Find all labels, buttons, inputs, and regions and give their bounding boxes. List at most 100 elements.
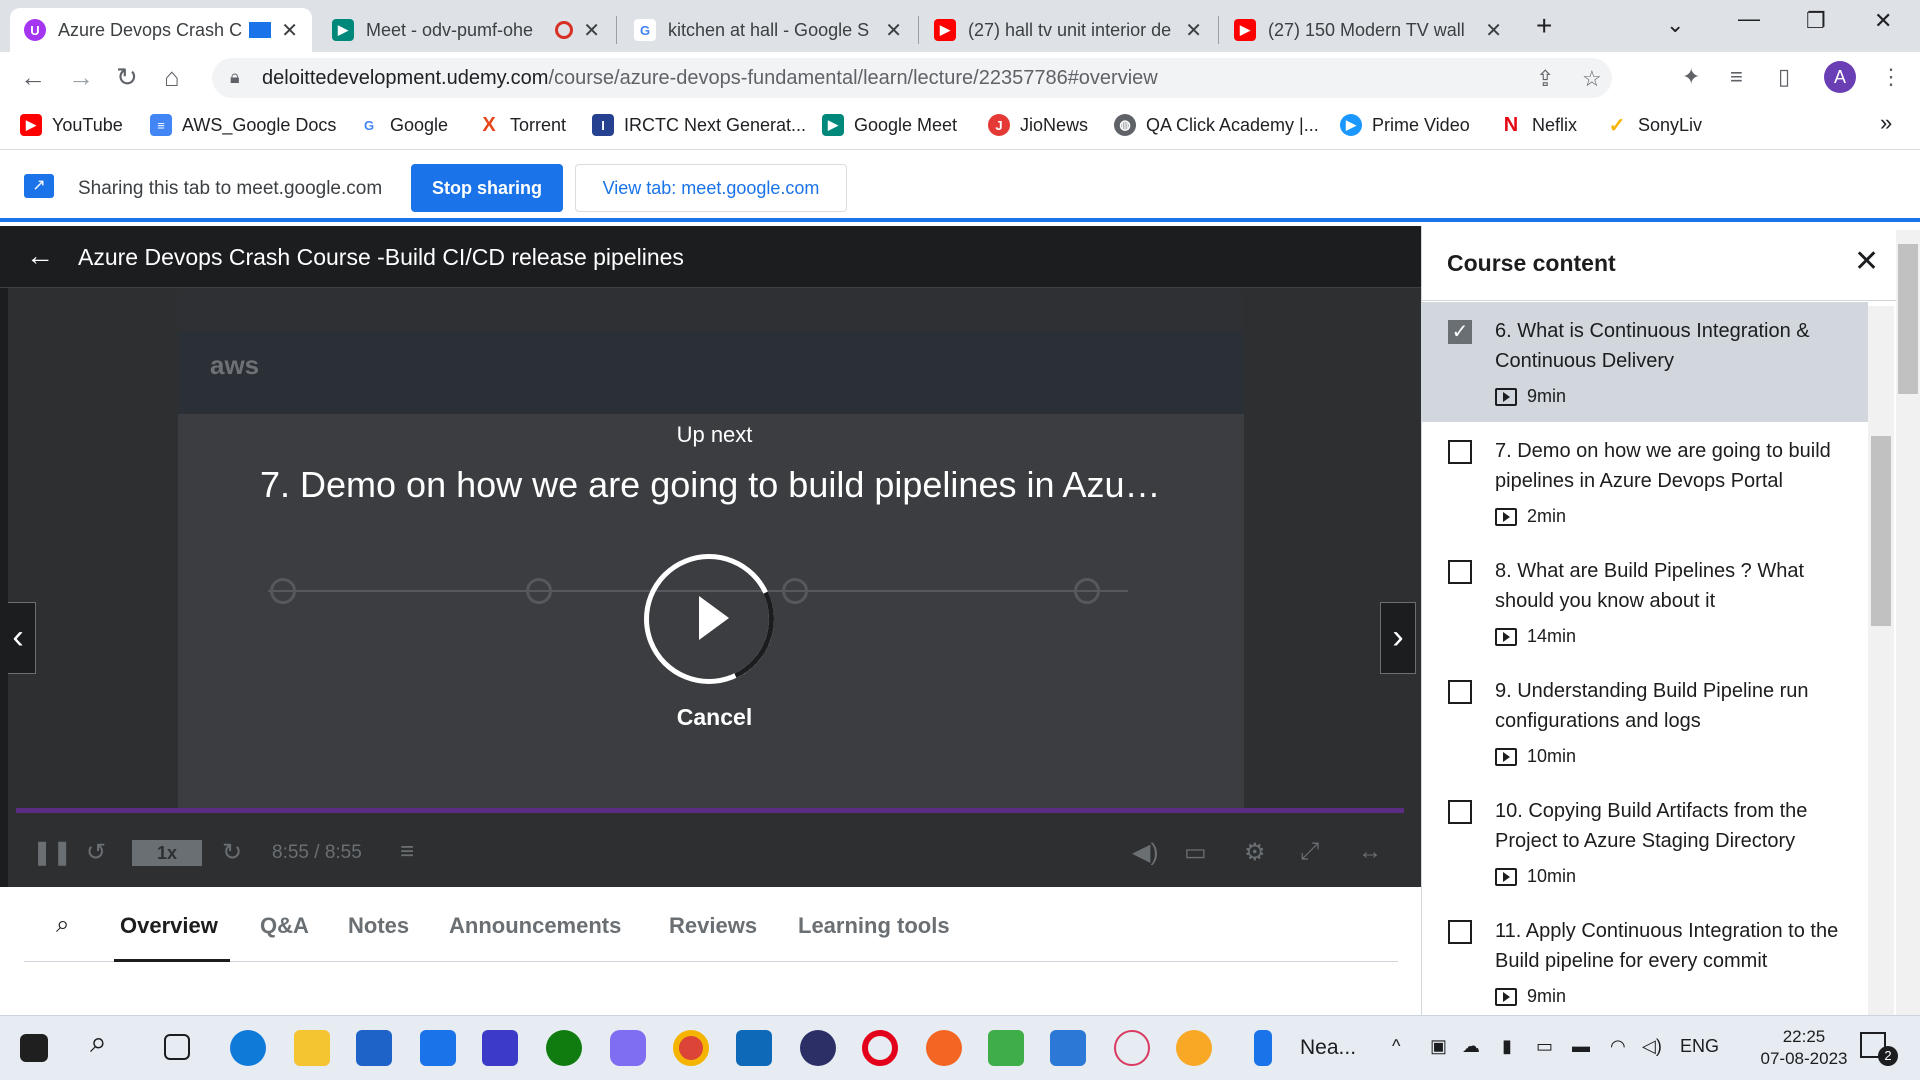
video-frame[interactable]: aws Up next 7. Demo on how we are going … <box>8 288 1421 887</box>
lecture-item[interactable]: 7. Demo on how we are going to build pip… <box>1422 422 1868 542</box>
home-icon[interactable]: ⌂ <box>164 62 180 93</box>
battery-icon[interactable]: ▬ <box>1572 1036 1590 1057</box>
tab-overview[interactable]: Overview <box>120 913 218 939</box>
speaker-icon[interactable]: ◁) <box>1642 1036 1662 1057</box>
reload-icon[interactable]: ↻ <box>116 62 138 93</box>
close-sidebar-icon[interactable]: ✕ <box>1854 244 1879 279</box>
stop-sharing-button[interactable]: Stop sharing <box>411 164 563 212</box>
address-bar[interactable]: 🔒︎ deloittedevelopment.udemy.com/course/… <box>212 58 1612 98</box>
weather-icon[interactable] <box>1254 1030 1272 1066</box>
bookmark-netflix[interactable]: N Neflix <box>1500 114 1577 136</box>
view-tab-button[interactable]: View tab: meet.google.com <box>575 164 847 212</box>
lecture-item[interactable]: 8. What are Build Pipelines ? What shoul… <box>1422 542 1868 662</box>
close-tab-icon[interactable]: ✕ <box>1485 18 1502 43</box>
lecture-complete-checkbox[interactable] <box>1448 440 1472 464</box>
lecture-complete-checkbox[interactable]: ✓ <box>1448 320 1472 344</box>
next-lecture-title[interactable]: 7. Demo on how we are going to build pip… <box>260 464 1160 506</box>
share-icon[interactable]: ⇪ <box>1536 66 1554 92</box>
photos-icon[interactable] <box>1050 1030 1086 1066</box>
tab-learning-tools[interactable]: Learning tools <box>798 913 950 939</box>
language-indicator[interactable]: ENG <box>1680 1036 1719 1057</box>
extensions-icon[interactable]: ✦ <box>1682 64 1700 90</box>
lecture-item[interactable]: 10. Copying Build Artifacts from the Pro… <box>1422 782 1868 902</box>
expand-icon[interactable]: ↔ <box>1358 838 1382 866</box>
store-icon[interactable] <box>356 1030 392 1066</box>
fullscreen-icon[interactable]: ⤢ <box>1300 838 1319 866</box>
vpn-app-icon[interactable] <box>482 1030 518 1066</box>
bookmark-torrent[interactable]: X Torrent <box>478 114 566 136</box>
media-controls-icon[interactable]: ≡ <box>1730 64 1743 90</box>
close-tab-icon[interactable]: ✕ <box>281 18 298 43</box>
close-window-button[interactable]: ✕ <box>1874 8 1892 34</box>
lecture-item[interactable]: ✓ 6. What is Continuous Integration & Co… <box>1422 302 1868 422</box>
tab-notes[interactable]: Notes <box>348 913 409 939</box>
bookmarks-overflow-button[interactable]: » <box>1880 110 1892 136</box>
browser-tab-udemy[interactable]: U Azure Devops Crash C ✕ <box>10 8 312 52</box>
notes-icon[interactable]: ≡ <box>400 838 414 866</box>
bookmark-irctc[interactable]: I IRCTC Next Generat... <box>592 114 806 136</box>
page-scrollbar[interactable] <box>1896 230 1920 1015</box>
spreadsheet-icon[interactable] <box>988 1030 1024 1066</box>
bookmark-star-icon[interactable]: ☆ <box>1582 66 1602 92</box>
bookmark-google[interactable]: G Google <box>358 114 448 136</box>
search-icon[interactable]: ⌕ <box>56 911 69 939</box>
settings-icon[interactable]: ⚙ <box>1244 838 1266 867</box>
weather-text[interactable]: Nea... <box>1300 1036 1356 1060</box>
back-icon[interactable]: ← <box>20 62 46 93</box>
xbox-icon[interactable] <box>546 1030 582 1066</box>
video-progress-bar[interactable] <box>16 808 1404 813</box>
bookmark-jionews[interactable]: J JioNews <box>988 114 1088 136</box>
captions-icon[interactable]: ▭ <box>1184 838 1207 867</box>
bookmark-youtube[interactable]: ▶ YouTube <box>20 114 123 136</box>
tab-search-chevron-icon[interactable]: ⌄ <box>1666 12 1684 38</box>
paint-icon[interactable] <box>1176 1030 1212 1066</box>
browser-tab-youtube-2[interactable]: ▶ (27) 150 Modern TV wall ✕ <box>1220 8 1516 52</box>
tab-qa[interactable]: Q&A <box>260 913 309 939</box>
new-tab-button[interactable]: + <box>1536 10 1552 42</box>
scrollbar-thumb[interactable] <box>1871 436 1891 626</box>
forward-icon[interactable]: → <box>68 62 94 93</box>
lecture-item[interactable]: 9. Understanding Build Pipeline run conf… <box>1422 662 1868 782</box>
bookmark-google-meet[interactable]: ▶ Google Meet <box>822 114 957 136</box>
pause-icon[interactable]: ❚❚ <box>32 838 72 867</box>
snipping-tool-icon[interactable] <box>1114 1030 1150 1066</box>
file-explorer-icon[interactable] <box>294 1030 330 1066</box>
browser-tab-google-search[interactable]: G kitchen at hall - Google S ✕ <box>620 8 916 52</box>
lecture-complete-checkbox[interactable] <box>1448 920 1472 944</box>
bookmark-sonyliv[interactable]: ✓ SonyLiv <box>1606 114 1702 137</box>
browser-tab-meet[interactable]: ▶ Meet - odv-pumf-ohe ✕ <box>318 8 614 52</box>
scrollbar-thumb[interactable] <box>1898 244 1918 394</box>
menu-icon[interactable]: ⋮ <box>1880 64 1902 90</box>
lecture-complete-checkbox[interactable] <box>1448 800 1472 824</box>
minimize-button[interactable]: — <box>1738 6 1760 32</box>
bookmark-prime-video[interactable]: ▶ Prime Video <box>1340 114 1470 136</box>
close-tab-icon[interactable]: ✕ <box>885 18 902 43</box>
lecture-item[interactable]: 11. Apply Continuous Integration to the … <box>1422 902 1868 1015</box>
mail-icon[interactable] <box>420 1030 456 1066</box>
previous-lecture-button[interactable]: ‹ <box>8 602 36 674</box>
profile-avatar[interactable]: A <box>1824 61 1856 93</box>
lecture-complete-checkbox[interactable] <box>1448 680 1472 704</box>
tab-reviews[interactable]: Reviews <box>669 913 757 939</box>
tab-announcements[interactable]: Announcements <box>449 913 621 939</box>
search-icon[interactable]: ⌕ <box>90 1026 126 1062</box>
windows-start-icon[interactable] <box>20 1034 48 1062</box>
chrome-icon[interactable] <box>673 1030 709 1066</box>
eclipse-icon[interactable] <box>800 1030 836 1066</box>
postman-icon[interactable] <box>926 1030 962 1066</box>
close-tab-icon[interactable]: ✕ <box>583 18 600 43</box>
microphone-icon[interactable]: ▮ <box>1502 1036 1512 1057</box>
back-arrow-icon[interactable]: ← <box>26 240 54 272</box>
show-hidden-icons-icon[interactable]: ^ <box>1392 1036 1400 1057</box>
bookmark-aws-docs[interactable]: ≡ AWS_Google Docs <box>150 114 336 136</box>
display-icon[interactable]: ▭ <box>1536 1036 1553 1057</box>
rewind-icon[interactable]: ↺ <box>86 838 106 867</box>
cancel-autoplay-button[interactable]: Cancel <box>8 704 1421 731</box>
lecture-list-scrollbar[interactable] <box>1868 306 1894 1015</box>
volume-icon[interactable]: ◀) <box>1132 838 1158 867</box>
side-panel-icon[interactable]: ▯ <box>1778 64 1790 90</box>
lecture-complete-checkbox[interactable] <box>1448 560 1472 584</box>
playback-rate-button[interactable]: 1x <box>132 840 202 866</box>
clock[interactable]: 22:25 07-08-2023 <box>1754 1026 1854 1070</box>
next-lecture-button[interactable]: › <box>1380 602 1416 674</box>
